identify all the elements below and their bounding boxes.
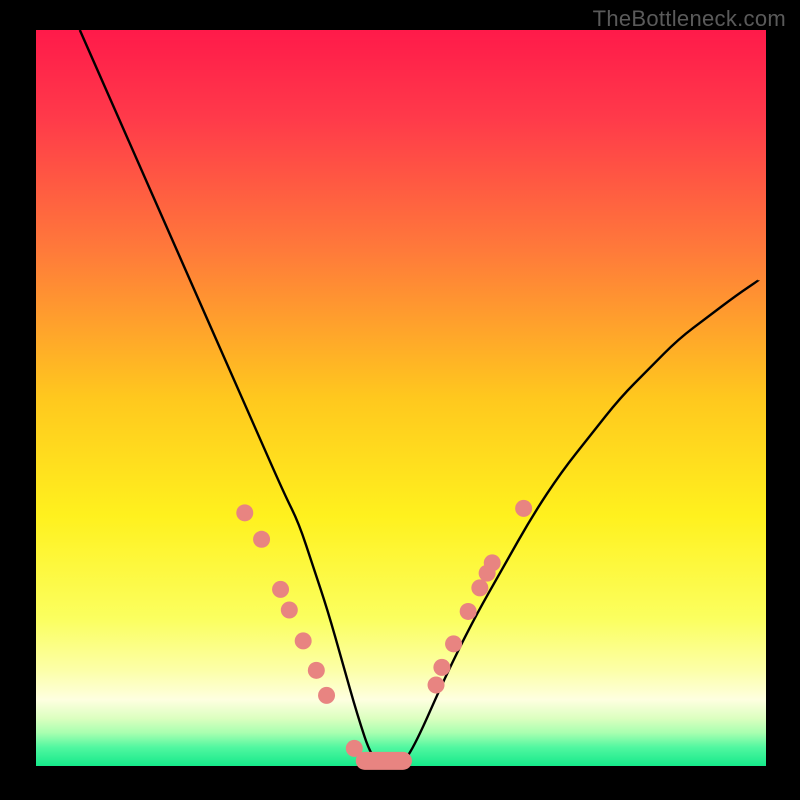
data-marker <box>236 504 253 521</box>
data-marker <box>281 601 298 618</box>
chart-container: TheBottleneck.com <box>0 0 800 800</box>
data-marker <box>295 632 312 649</box>
data-marker <box>471 579 488 596</box>
data-marker <box>484 554 501 571</box>
data-marker <box>433 659 450 676</box>
data-marker <box>318 687 335 704</box>
bottleneck-chart <box>0 0 800 800</box>
data-marker <box>445 635 462 652</box>
data-marker <box>308 662 325 679</box>
data-marker <box>460 603 477 620</box>
bottom-band <box>356 752 412 770</box>
data-marker <box>515 500 532 517</box>
data-marker <box>428 677 445 694</box>
watermark-text: TheBottleneck.com <box>593 6 786 32</box>
data-marker <box>272 581 289 598</box>
plot-background <box>36 30 766 766</box>
data-marker <box>253 531 270 548</box>
